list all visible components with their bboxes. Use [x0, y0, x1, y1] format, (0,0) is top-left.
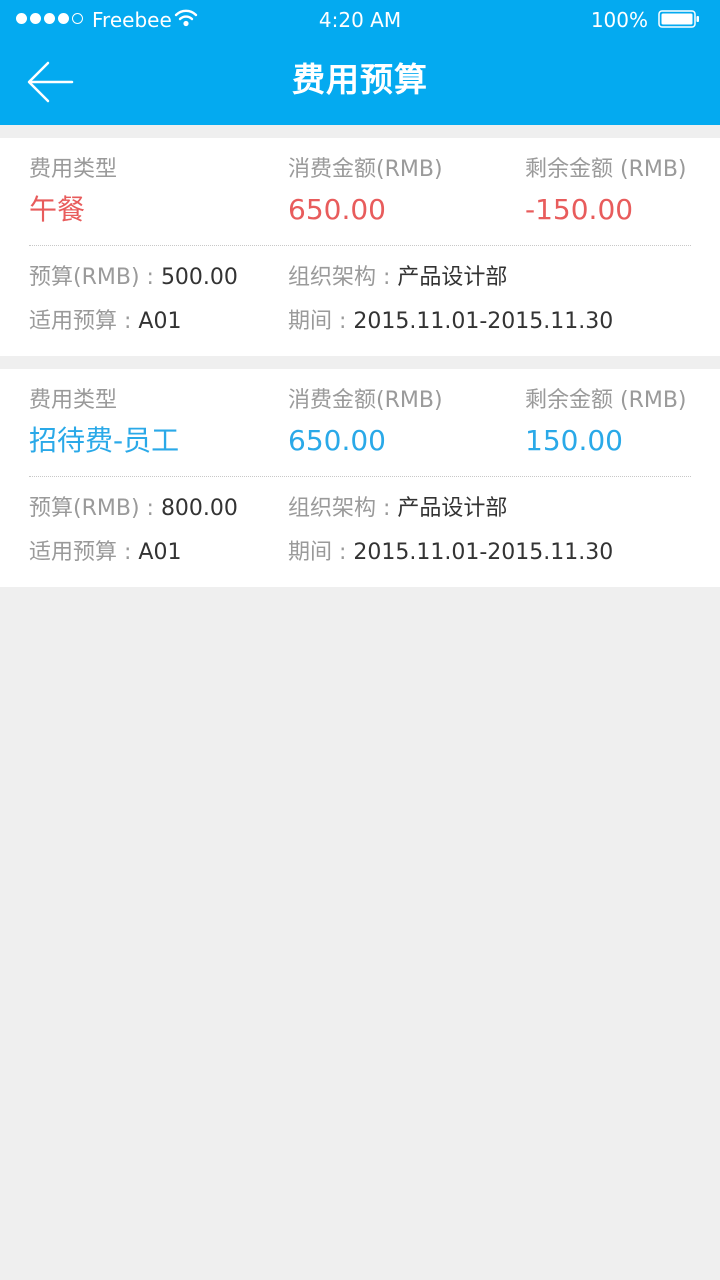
budget-card[interactable]: 费用类型 消费金额(RMB) 剩余金额 (RMB) 午餐 650.00 -150…: [0, 138, 720, 356]
spent-amount-value: 650.00: [288, 424, 386, 457]
battery-percentage: 100%: [590, 8, 648, 32]
app-header: Freebee 4:20 AM 100% 费用预算: [0, 0, 720, 125]
spent-amount-value: 650.00: [288, 193, 386, 226]
budget-label: 预算(RMB) :: [29, 496, 161, 521]
period-detail: 期间 : 2015.11.01-2015.11.30: [288, 538, 613, 568]
org-value: 产品设计部: [397, 496, 508, 521]
applicable-budget-detail: 适用预算 : A01: [29, 538, 181, 568]
expense-type-value: 招待费-员工: [29, 424, 180, 457]
budget-detail: 预算(RMB) : 800.00: [29, 494, 238, 524]
applicable-budget-value: A01: [138, 309, 182, 334]
spent-amount-label: 消费金额(RMB): [288, 157, 443, 182]
budget-value: 500.00: [160, 265, 238, 290]
expense-type-label: 费用类型: [29, 157, 118, 182]
org-detail: 组织架构 : 产品设计部: [288, 263, 507, 293]
period-value: 2015.11.01-2015.11.30: [353, 309, 614, 334]
period-value: 2015.11.01-2015.11.30: [353, 540, 614, 565]
applicable-budget-detail: 适用预算 : A01: [29, 307, 181, 337]
expense-type-label: 费用类型: [29, 388, 118, 413]
applicable-budget-label: 适用预算 :: [29, 540, 139, 565]
budget-label: 预算(RMB) :: [29, 265, 161, 290]
budget-detail: 预算(RMB) : 500.00: [29, 263, 238, 293]
card-divider: [29, 476, 691, 477]
org-detail: 组织架构 : 产品设计部: [288, 494, 507, 524]
page-title: 费用预算: [292, 60, 428, 99]
period-label: 期间 :: [288, 540, 354, 565]
remaining-amount-value: 150.00: [525, 424, 623, 457]
applicable-budget-label: 适用预算 :: [29, 309, 139, 334]
battery-icon: [658, 10, 699, 28]
remaining-amount-value: -150.00: [525, 193, 634, 226]
remaining-amount-label: 剩余金额 (RMB): [525, 157, 687, 182]
applicable-budget-value: A01: [138, 540, 182, 565]
spent-amount-label: 消费金额(RMB): [288, 388, 443, 413]
org-value: 产品设计部: [397, 265, 508, 290]
org-label: 组织架构 :: [288, 496, 398, 521]
period-label: 期间 :: [288, 309, 354, 334]
org-label: 组织架构 :: [288, 265, 398, 290]
status-bar: Freebee 4:20 AM 100%: [0, 0, 720, 40]
budget-card[interactable]: 费用类型 消费金额(RMB) 剩余金额 (RMB) 招待费-员工 650.00 …: [0, 369, 720, 587]
budget-value: 800.00: [160, 496, 238, 521]
remaining-amount-label: 剩余金额 (RMB): [525, 388, 687, 413]
period-detail: 期间 : 2015.11.01-2015.11.30: [288, 307, 613, 337]
expense-type-value: 午餐: [29, 193, 86, 226]
card-divider: [29, 245, 691, 246]
